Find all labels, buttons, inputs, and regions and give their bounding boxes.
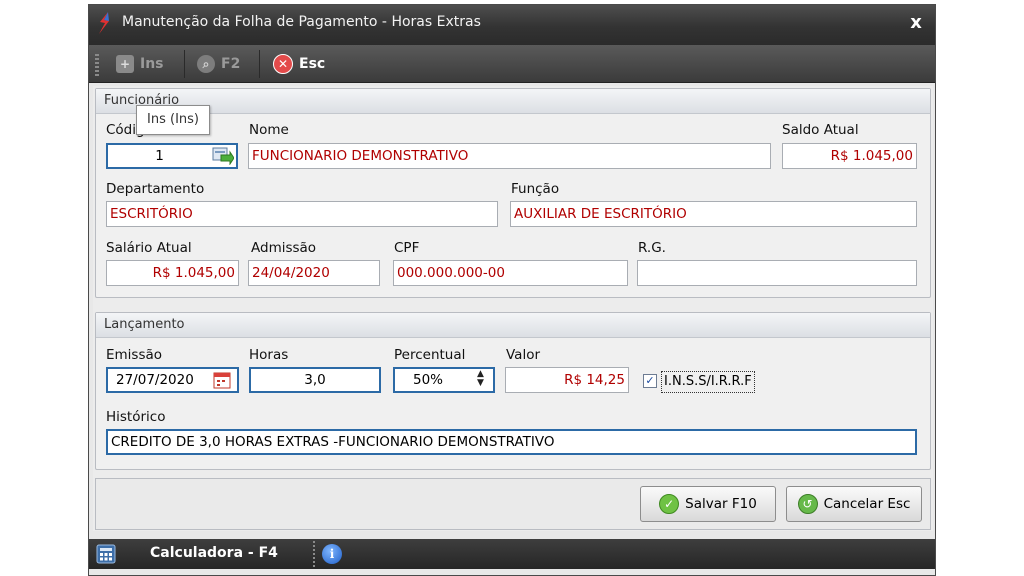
calendar-icon[interactable] [213, 371, 231, 389]
departamento-input[interactable]: ESCRITÓRIO [106, 201, 498, 227]
valor-label: Valor [506, 347, 541, 363]
cancel-circle-icon: ✕ [273, 54, 293, 74]
esc-button[interactable]: ✕ Esc [273, 49, 325, 79]
emissao-label: Emissão [106, 347, 163, 363]
percentual-spinner-icon[interactable]: ▲ ▼ [477, 370, 484, 388]
saldo-atual-input[interactable]: R$ 1.045,00 [782, 143, 917, 169]
funcao-label: Função [511, 181, 560, 197]
nome-label: Nome [249, 122, 289, 138]
historico-label: Histórico [106, 409, 166, 425]
app-logo-icon [99, 12, 109, 34]
calculator-icon[interactable] [96, 544, 116, 564]
salario-atual-label: Salário Atual [106, 240, 192, 256]
calculadora-label[interactable]: Calculadora - F4 [150, 545, 278, 561]
toolbar-separator [184, 50, 185, 78]
esc-button-label: Esc [299, 56, 326, 72]
rg-input[interactable] [637, 260, 917, 286]
search-icon: ⌕ [197, 55, 215, 73]
f2-button-label: F2 [221, 56, 241, 72]
cancelar-button[interactable]: ↺ Cancelar Esc [786, 486, 922, 522]
funcao-input[interactable]: AUXILIAR DE ESCRITÓRIO [510, 201, 917, 227]
toolbar-separator [259, 50, 260, 78]
admissao-input[interactable]: 24/04/2020 [248, 260, 380, 286]
historico-input[interactable]: CREDITO DE 3,0 HORAS EXTRAS -FUNCIONARIO… [106, 429, 917, 455]
inss-irrf-checkbox[interactable]: ✓ [643, 374, 657, 388]
toolbar-grip[interactable] [95, 54, 99, 76]
percentual-label: Percentual [394, 347, 466, 363]
lancamento-group-title: Lançamento [96, 313, 930, 338]
departamento-label: Departamento [106, 181, 205, 197]
undo-circle-icon: ↺ [797, 494, 818, 514]
status-grip [313, 541, 315, 567]
ins-button[interactable]: + Ins [116, 49, 164, 79]
admissao-label: Admissão [251, 240, 317, 256]
salvar-button[interactable]: ✓ Salvar F10 [640, 486, 776, 522]
window-title: Manutenção da Folha de Pagamento - Horas… [122, 14, 481, 30]
f2-search-button[interactable]: ⌕ F2 [197, 49, 240, 79]
horas-label: Horas [249, 347, 289, 363]
cancelar-button-label: Cancelar Esc [823, 496, 911, 512]
cpf-input[interactable]: 000.000.000-00 [393, 260, 628, 286]
info-icon[interactable]: i [322, 544, 342, 564]
ins-tooltip: Ins (Ins) [136, 105, 210, 135]
horas-input[interactable]: 3,0 [249, 367, 381, 393]
rg-label: R.G. [638, 240, 666, 256]
add-document-icon: + [116, 55, 134, 73]
cpf-label: CPF [394, 240, 420, 256]
valor-input[interactable]: R$ 14,25 [505, 367, 629, 393]
salvar-button-label: Salvar F10 [685, 496, 757, 512]
lookup-icon[interactable] [212, 147, 234, 165]
ins-button-label: Ins [140, 56, 164, 72]
saldo-atual-label: Saldo Atual [782, 122, 859, 138]
inss-irrf-label[interactable]: I.N.S.S/I.R.R.F [661, 371, 755, 393]
close-icon[interactable]: x [904, 11, 928, 35]
salario-atual-input[interactable]: R$ 1.045,00 [106, 260, 239, 286]
funcionario-group-title: Funcionário [96, 89, 930, 114]
check-circle-icon: ✓ [659, 494, 680, 514]
nome-input[interactable]: FUNCIONARIO DEMONSTRATIVO [248, 143, 771, 169]
